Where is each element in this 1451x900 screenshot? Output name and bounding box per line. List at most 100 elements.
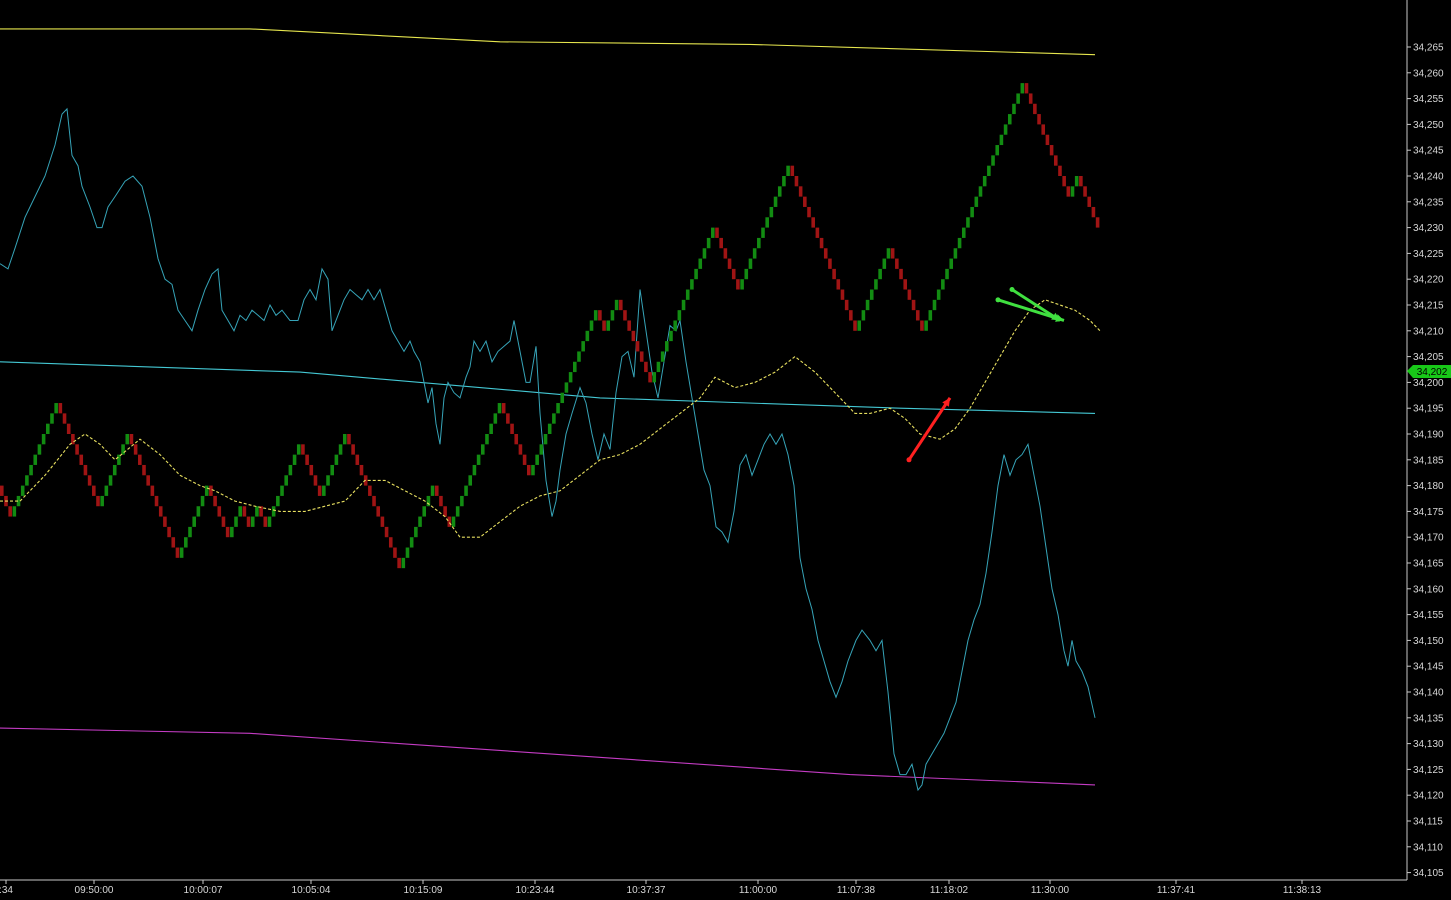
renko-brick-down [209,485,213,496]
renko-brick-down [828,258,832,269]
renko-brick-up [547,423,552,434]
renko-chart[interactable]: 34,265 34,260 34,255 34,250 34,245 34,240 34,2… [0,0,1451,900]
renko-brick-up [999,134,1004,146]
renko-brick-down [355,454,360,465]
price-tick-label: 34,160 [1413,584,1444,595]
renko-brick-down [602,320,606,331]
renko-brick-up [401,557,406,569]
renko-brick-down [807,206,811,218]
renko-brick-up [681,299,686,311]
renko-brick-up [978,186,983,197]
renko-brick-down [83,464,88,476]
renko-brick-down [627,320,631,331]
renko-brick-down [1091,206,1096,218]
renko-brick-up [928,310,933,321]
renko-brick-up [25,475,29,486]
renko-brick-up [230,526,234,538]
renko-brick-down [301,444,305,455]
renko-brick-down [217,506,222,517]
renko-brick-up [196,506,201,517]
renko-brick-down [163,516,167,527]
renko-brick-down [911,299,916,311]
renko-brick-down [815,227,820,238]
renko-brick-down [66,423,71,434]
renko-brick-up [1012,103,1016,115]
renko-brick-up [112,464,117,476]
renko-brick-up [665,341,669,352]
time-tick-label: 10:00:07 [184,885,223,896]
renko-brick-down [844,299,849,311]
renko-brick-up [535,454,539,465]
renko-brick-up [560,392,565,404]
renko-brick-down [221,516,226,527]
renko-brick-down [1037,114,1041,125]
price-tick-label: 34,200 [1413,378,1444,389]
price-tick-label: 34,180 [1413,481,1444,492]
price-tick-label: 34,195 [1413,404,1444,415]
price-tick-label: 34,260 [1413,68,1444,79]
renko-brick-down [393,547,397,558]
renko-brick-down [903,279,907,290]
renko-brick-down [723,248,728,259]
renko-brick-down [142,464,146,476]
renko-brick-up [531,464,535,476]
renko-brick-down [907,289,912,300]
price-tick-label: 34,175 [1413,507,1444,518]
price-tick-label: 34,120 [1413,791,1444,802]
renko-brick-up [941,279,945,290]
renko-brick-down [347,434,351,445]
renko-brick-up [987,165,991,176]
renko-brick-up [568,372,573,383]
renko-brick-up [200,495,205,507]
trendline-anchor [995,297,1001,303]
time-tick-label: :34 [0,885,13,896]
price-tick-label: 34,235 [1413,197,1444,208]
renko-brick-down [727,258,732,269]
renko-brick-down [635,341,640,352]
renko-brick-up [184,537,188,548]
renko-brick-down [380,516,385,527]
renko-brick-up [874,279,878,290]
renko-brick-up [46,423,50,434]
renko-brick-down [434,485,439,496]
time-tick-label: 11:30:00 [1031,885,1070,896]
renko-brick-down [313,475,318,486]
renko-brick-up [585,330,590,342]
renko-brick-up [234,516,238,527]
renko-brick-up [20,485,25,496]
renko-brick-up [292,454,297,465]
renko-brick-up [961,227,966,238]
price-tick-label: 34,225 [1413,249,1444,260]
renko-brick-up [949,258,954,269]
price-tick-label: 34,215 [1413,301,1444,312]
renko-brick-up [614,299,619,311]
renko-brick-up [342,434,347,445]
renko-brick-up [573,361,577,373]
renko-brick-up [690,279,694,290]
price-tick-label: 34,140 [1413,688,1444,699]
renko-brick-down [811,217,815,228]
renko-brick-up [296,444,301,455]
renko-brick-up [869,289,874,300]
renko-brick-down [1083,186,1087,197]
renko-brick-up [37,444,42,455]
time-tick-label: 10:15:09 [404,885,443,896]
renko-brick-down [510,423,514,434]
renko-brick-down [853,320,857,331]
renko-brick-down [242,506,247,517]
renko-brick-down [133,444,138,455]
renko-brick-down [75,444,79,455]
renko-brick-down [1062,176,1066,187]
renko-brick-down [92,485,96,496]
renko-brick-up [577,351,581,362]
renko-brick-up [250,516,255,527]
renko-brick-up [1020,83,1025,94]
renko-brick-down [447,516,452,527]
renko-brick-up [280,485,284,496]
renko-brick-up [426,495,431,507]
renko-brick-up [769,206,774,218]
renko-brick-down [8,506,12,517]
renko-brick-up [179,547,184,558]
renko-brick-down [832,268,836,280]
renko-brick-down [1049,145,1054,156]
